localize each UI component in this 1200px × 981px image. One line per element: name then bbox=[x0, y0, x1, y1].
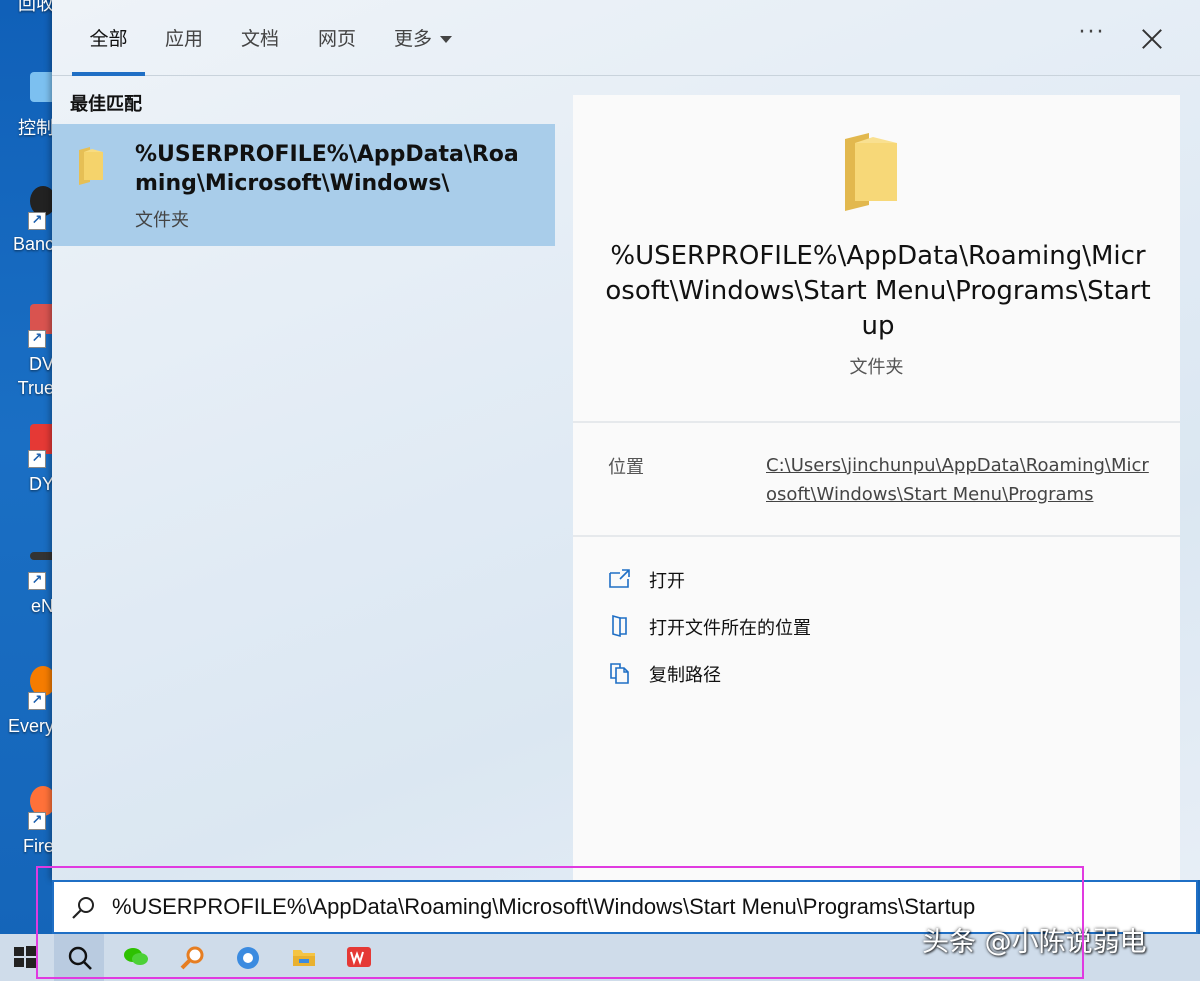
tab-label: 文档 bbox=[241, 28, 280, 50]
wps-icon bbox=[347, 947, 371, 967]
folder-icon bbox=[845, 133, 897, 211]
shortcut-arrow-icon: ↗ bbox=[28, 330, 46, 348]
tab-label: 应用 bbox=[165, 28, 204, 50]
everything-search-icon bbox=[180, 946, 204, 970]
desktop-icon-firefox[interactable]: ↗ Fire bbox=[0, 786, 56, 876]
desktop-icon-label: Every bbox=[7, 716, 54, 736]
action-label: 复制路径 bbox=[649, 665, 721, 686]
search-icon bbox=[72, 897, 94, 919]
desktop-icon-recycle[interactable]: 回收 bbox=[0, 0, 54, 80]
shortcut-arrow-icon: ↗ bbox=[28, 450, 46, 468]
result-type: 文件夹 bbox=[135, 210, 189, 231]
detail-type: 文件夹 bbox=[849, 357, 904, 378]
detail-pane: %USERPROFILE%\AppData\Roaming\Microsoft\… bbox=[573, 95, 1180, 880]
open-icon bbox=[609, 569, 630, 588]
watermark: 头条 @小陈说弱电 bbox=[922, 927, 1147, 958]
desktop-icon-label: Fire bbox=[23, 836, 54, 856]
start-icon bbox=[14, 946, 36, 968]
taskbar-file-explorer[interactable] bbox=[278, 934, 328, 981]
shortcut-arrow-icon: ↗ bbox=[28, 692, 46, 710]
taskbar-everything[interactable] bbox=[167, 934, 217, 981]
copy-path-action[interactable]: 复制路径 bbox=[608, 659, 1008, 689]
filter-tabs: 全部 应用 文档 网页 更多 ··· bbox=[52, 0, 1200, 76]
desktop-icon-dvd[interactable]: ↗ DV True bbox=[0, 304, 56, 398]
best-match-result[interactable]: %USERPROFILE%\AppData\Roaming\Microsoft\… bbox=[52, 124, 555, 246]
taskbar-wechat[interactable] bbox=[110, 934, 160, 981]
tab-label: 网页 bbox=[318, 28, 357, 50]
folder-icon bbox=[79, 147, 103, 185]
tab-label: 全部 bbox=[89, 28, 128, 50]
desktop-icon-control-panel[interactable]: 控制 bbox=[0, 72, 56, 162]
open-action[interactable]: 打开 bbox=[608, 565, 1008, 595]
tab-more[interactable]: 更多 bbox=[394, 24, 453, 76]
desktop-icon-label: 控制 bbox=[18, 118, 54, 138]
search-icon bbox=[68, 946, 92, 970]
action-label: 打开 bbox=[649, 571, 685, 592]
tab-label: 更多 bbox=[394, 28, 433, 50]
shortcut-arrow-icon: ↗ bbox=[28, 812, 46, 830]
tab-documents[interactable]: 文档 bbox=[241, 24, 279, 76]
file-explorer-icon bbox=[293, 950, 315, 966]
taskbar-wps[interactable] bbox=[333, 934, 383, 981]
desktop-icon-label: 回收 bbox=[18, 0, 54, 14]
active-tab-indicator bbox=[72, 72, 145, 76]
close-button[interactable] bbox=[1132, 20, 1172, 56]
shortcut-arrow-icon: ↗ bbox=[28, 572, 46, 590]
chevron-down-icon bbox=[440, 36, 453, 43]
desktop-icon-label: True bbox=[17, 378, 54, 398]
best-match-heading: 最佳匹配 bbox=[70, 94, 142, 115]
search-query-text: %USERPROFILE%\AppData\Roaming\Microsoft\… bbox=[112, 894, 976, 919]
action-label: 打开文件所在的位置 bbox=[649, 618, 811, 639]
result-title: %USERPROFILE%\AppData\Roaming\Microsoft\… bbox=[135, 142, 519, 196]
taskbar-browser[interactable] bbox=[222, 934, 272, 981]
desktop-icon-dy[interactable]: ↗ DY bbox=[0, 424, 56, 514]
desktop-icon-label: DY bbox=[28, 474, 54, 494]
desktop-icon-label: Banc bbox=[12, 234, 54, 254]
tab-all[interactable]: 全部 bbox=[72, 24, 145, 76]
taskbar-search-button[interactable] bbox=[54, 934, 104, 981]
desktop-icon-label: eN bbox=[30, 596, 54, 616]
location-label: 位置 bbox=[608, 457, 644, 478]
open-file-location-action[interactable]: 打开文件所在的位置 bbox=[608, 612, 1008, 642]
tab-web[interactable]: 网页 bbox=[318, 24, 356, 76]
copy-path-icon bbox=[610, 663, 629, 684]
file-location-icon bbox=[612, 614, 627, 638]
wechat-icon bbox=[124, 948, 148, 965]
desktop-icon-everything[interactable]: ↗ Every bbox=[0, 666, 56, 756]
browser-icon bbox=[237, 947, 259, 969]
desktop-icon-bandicam[interactable]: ↗ Banc bbox=[0, 186, 56, 276]
divider bbox=[573, 535, 1180, 537]
location-link[interactable]: C:\Users\jinchunpu\AppData\Roaming\Micro… bbox=[766, 451, 1151, 509]
desktop-icon-label: DV bbox=[28, 354, 54, 374]
shortcut-arrow-icon: ↗ bbox=[28, 212, 46, 230]
more-options-button[interactable]: ··· bbox=[1072, 20, 1112, 54]
desktop-icon-en[interactable]: ↗ eN bbox=[0, 546, 56, 636]
detail-title: %USERPROFILE%\AppData\Roaming\Microsoft\… bbox=[605, 241, 1151, 341]
start-button[interactable] bbox=[0, 934, 50, 981]
divider bbox=[573, 421, 1180, 423]
tab-apps[interactable]: 应用 bbox=[165, 24, 203, 76]
search-panel: 全部 应用 文档 网页 更多 ··· 最佳匹配 %USERPROFILE%\Ap… bbox=[52, 0, 1200, 880]
